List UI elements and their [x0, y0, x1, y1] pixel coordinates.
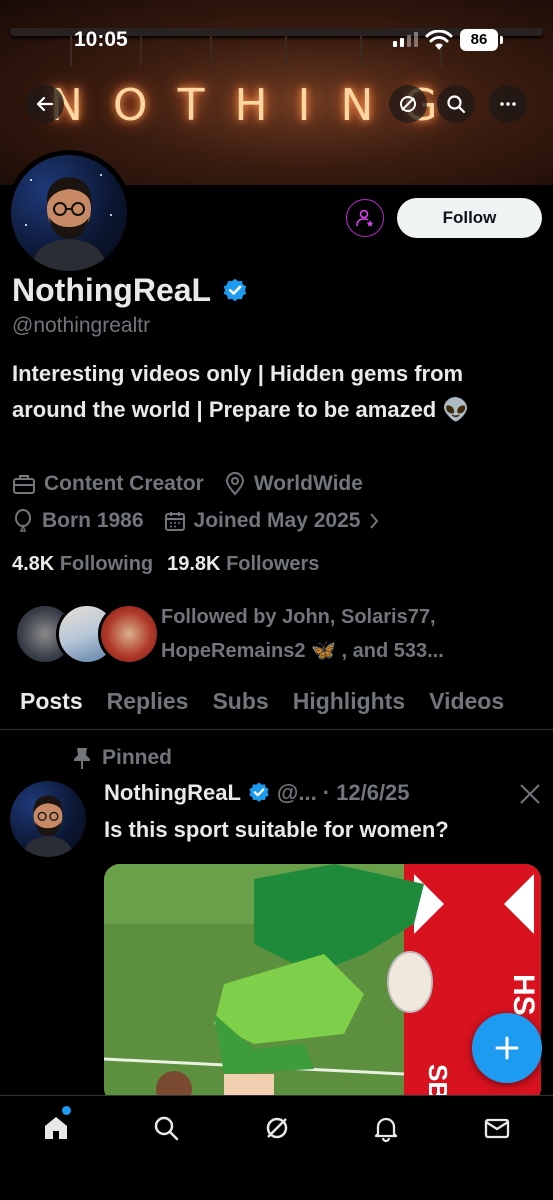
nav-messages[interactable]	[481, 1112, 513, 1144]
chevron-right-icon	[370, 513, 379, 529]
banner-letter: T	[177, 79, 207, 131]
profile-name-row: NothingReaL	[12, 272, 249, 309]
post-author[interactable]: NothingReaL	[104, 780, 241, 806]
calendar-icon	[164, 512, 185, 531]
followed-by-line: HopeRemains2 🦋 , and 533...	[161, 640, 444, 662]
bell-icon	[374, 1117, 398, 1142]
banner-letter: N	[340, 79, 376, 131]
search-icon	[447, 95, 466, 114]
status-bar: 10:05 86	[0, 0, 553, 80]
born-item: Born 1986	[12, 509, 144, 533]
avatar-illustration	[25, 174, 112, 271]
search-nav-icon	[154, 1116, 179, 1141]
tab-highlights[interactable]: Highlights	[293, 680, 405, 729]
subscribe-button[interactable]	[346, 199, 384, 237]
born-text: Born 1986	[42, 509, 144, 532]
tab-replies[interactable]: Replies	[107, 680, 189, 729]
balloon-icon	[15, 509, 31, 532]
profile-handle: @nothingrealtr	[12, 314, 151, 337]
back-button[interactable]	[26, 85, 64, 123]
post-date: · 12/6/25	[322, 780, 410, 805]
briefcase-icon	[13, 475, 35, 494]
nav-home[interactable]	[40, 1112, 72, 1144]
post-media[interactable]: SBC HS	[104, 864, 541, 1104]
media-text: HS	[507, 974, 540, 1016]
profile-meta-row-2: Born 1986 Joined May 2025	[12, 509, 380, 533]
pin-icon	[74, 748, 90, 769]
profile-bio: Interesting videos only | Hidden gems fr…	[12, 361, 470, 422]
profile-meta-row-1: Content Creator WorldWide	[12, 472, 363, 496]
verified-icon[interactable]	[221, 277, 249, 305]
following-link[interactable]: 4.8K Following	[12, 553, 153, 576]
grok-icon	[400, 96, 416, 112]
banner-letter: O	[112, 79, 150, 131]
tab-posts[interactable]: Posts	[20, 680, 83, 729]
follower-avatar	[98, 603, 160, 665]
followed-by-avatars[interactable]	[14, 603, 160, 665]
pinned-label: Pinned	[72, 746, 172, 770]
grok-button[interactable]	[389, 85, 427, 123]
profile-name: NothingReaL	[12, 272, 212, 308]
follow-counts: 4.8K Following 19.8K Followers	[12, 553, 319, 576]
notification-dot	[62, 1106, 71, 1115]
location-text: WorldWide	[253, 472, 363, 495]
category-item: Content Creator	[12, 472, 204, 496]
followers-count: 19.8K	[167, 553, 221, 575]
avatar-illustration	[23, 795, 73, 857]
compose-button[interactable]	[472, 1013, 542, 1083]
profile-avatar[interactable]	[6, 150, 132, 276]
category-text: Content Creator	[44, 472, 204, 495]
tab-subs[interactable]: Subs	[212, 680, 268, 729]
post-text: Is this sport suitable for women?	[104, 817, 449, 842]
followers-label: Followers	[226, 553, 320, 575]
location-icon	[225, 472, 244, 496]
signal-icon	[393, 32, 418, 47]
post-avatar[interactable]	[10, 781, 86, 857]
grok-nav-icon	[266, 1117, 288, 1139]
pinned-text: Pinned	[102, 746, 173, 769]
tab-videos[interactable]: Videos	[429, 680, 504, 729]
more-button[interactable]	[489, 85, 527, 123]
mail-icon	[484, 1118, 510, 1139]
x-logo-icon[interactable]	[519, 783, 541, 805]
joined-text: Joined May 2025	[193, 509, 361, 532]
profile-tabs: Posts Replies Subs Highlights Videos	[0, 680, 553, 730]
search-button[interactable]	[437, 85, 475, 123]
followers-link[interactable]: 19.8K Followers	[167, 553, 319, 576]
home-icon	[45, 1117, 67, 1139]
battery-indicator: 86	[460, 29, 503, 51]
nav-notifications[interactable]	[370, 1112, 402, 1144]
location-item: WorldWide	[224, 472, 363, 496]
following-count: 4.8K	[12, 553, 55, 575]
followed-by-line: Followed by John, Solaris77,	[161, 606, 436, 628]
post-handle: @...	[276, 780, 317, 805]
nav-search[interactable]	[150, 1112, 182, 1144]
wifi-icon	[425, 30, 453, 50]
post-header: NothingReaL @... · 12/6/25	[104, 780, 410, 806]
nav-grok[interactable]	[261, 1112, 293, 1144]
subscribe-icon	[356, 209, 374, 227]
following-label: Following	[59, 553, 154, 575]
more-icon	[500, 102, 516, 106]
followed-by-text[interactable]: Followed by John, Solaris77, HopeRemains…	[161, 600, 541, 668]
bottom-nav	[0, 1095, 553, 1200]
status-time: 10:05	[74, 28, 128, 51]
verified-icon	[249, 782, 269, 802]
follow-button[interactable]: Follow	[397, 198, 542, 238]
banner-letter: I	[297, 79, 313, 131]
plus-icon	[495, 1036, 519, 1060]
media-thumbnail: SBC HS	[104, 864, 541, 1104]
joined-item[interactable]: Joined May 2025	[164, 509, 381, 533]
banner-letter: H	[234, 79, 270, 131]
back-arrow-icon	[36, 96, 54, 112]
